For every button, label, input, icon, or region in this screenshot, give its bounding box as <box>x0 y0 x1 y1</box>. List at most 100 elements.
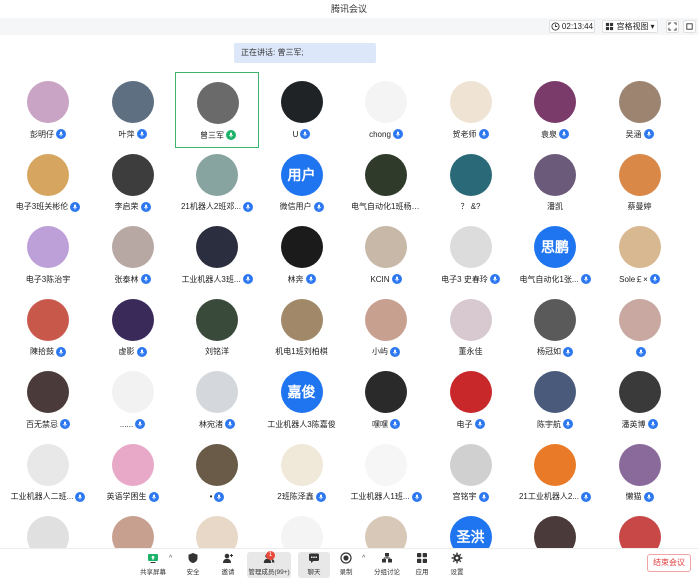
microphone-icon <box>135 419 146 429</box>
participant-namebar: 李启荣 <box>91 201 175 213</box>
participant-tile[interactable]: 曾三军 <box>175 72 259 148</box>
participant-tile[interactable]: 叶萍 <box>91 72 175 148</box>
participant-tile[interactable]: 蔡曼婷 <box>598 145 682 221</box>
share-options-caret[interactable]: ^ <box>169 555 172 562</box>
participant-namebar: 工业机器人3陈嘉俊 <box>260 418 344 430</box>
participant-tile[interactable]: 林宛渚 <box>175 362 259 438</box>
participant-tile[interactable]: 思鹏 电气自动化1张... <box>513 217 597 293</box>
participant-namebar: 林奔 <box>260 273 344 285</box>
expand-icon <box>668 22 677 31</box>
participant-tile[interactable]: 电子 <box>429 362 513 438</box>
avatar <box>280 81 323 123</box>
security-button[interactable]: 安全 <box>177 552 209 578</box>
participant-tile[interactable]: 董永佳 <box>429 290 513 366</box>
avatar <box>196 298 238 341</box>
participant-tile[interactable]: 贺老师 <box>429 72 513 148</box>
participant-tile[interactable]: 吴涵 <box>598 72 682 148</box>
participant-tile[interactable]: ？ &? <box>429 145 513 221</box>
participant-tile[interactable] <box>175 507 259 548</box>
breakout-button[interactable]: 分组讨论 <box>371 552 403 578</box>
participant-tile[interactable]: 工业机器人1班... <box>344 435 428 511</box>
participant-tile[interactable]: U <box>260 72 344 148</box>
participant-tile[interactable]: 李启荣 <box>91 145 175 221</box>
microphone-icon <box>56 346 66 357</box>
participant-tile[interactable]: 嘉俊 工业机器人3陈嘉俊 <box>260 362 344 438</box>
participant-tile[interactable]: 杨冠如 <box>513 290 597 366</box>
participant-tile[interactable]: 2班陈泽鑫 <box>260 435 344 511</box>
participant-tile[interactable]: 用户 微信用户 <box>260 145 344 221</box>
participant-tile[interactable]: chong <box>344 72 428 148</box>
participant-tile[interactable]: 英语学困生 <box>91 435 175 511</box>
participant-tile[interactable]: 林奔 <box>260 217 344 293</box>
participant-tile[interactable] <box>260 507 344 548</box>
fullscreen-button[interactable] <box>666 20 679 33</box>
participant-tile[interactable]: 陳拾鼓 <box>6 290 90 366</box>
participant-tile[interactable]: 张泰林 <box>91 217 175 293</box>
microphone-icon <box>489 274 500 284</box>
manage-members-button[interactable]: 1 管理成员(99+) <box>247 551 291 578</box>
participant-tile[interactable]: 潘凯 <box>513 145 597 221</box>
participant-tile[interactable]: 袁泉 <box>513 72 597 148</box>
participant-name: KCIN <box>370 274 390 284</box>
participant-tile[interactable]: 小屿 <box>344 290 428 366</box>
share-screen-button[interactable]: 共享屏幕 <box>137 552 169 578</box>
participant-tile[interactable]: 21工业机器人2... <box>513 435 597 511</box>
participant-tile[interactable]: 电子3 史春玲 <box>429 217 513 293</box>
participant-tile[interactable]: KCIN <box>344 217 428 293</box>
end-meeting-button[interactable]: 结束会议 <box>647 554 691 572</box>
participant-tile[interactable] <box>344 507 428 548</box>
participant-namebar: 21机器人2班邓... <box>175 201 259 213</box>
participant-tile[interactable]: 电子3陈治宇 <box>6 217 90 293</box>
participant-tile[interactable]: 虚影 <box>91 290 175 366</box>
participant-tile[interactable] <box>91 507 175 548</box>
settings-button[interactable]: 设置 <box>441 552 473 578</box>
participant-tile[interactable]: 电气自动化1班杨海杰 <box>344 145 428 221</box>
participant-tile[interactable] <box>513 507 597 548</box>
participant-tile[interactable]: 潘英博 <box>598 362 682 438</box>
chat-button[interactable]: 聊天 <box>298 552 330 578</box>
avatar <box>449 153 492 196</box>
microphone-icon <box>300 129 311 139</box>
participant-tile[interactable]: 工业机器人二班... <box>6 435 90 511</box>
microphone-icon <box>643 129 654 139</box>
avatar <box>365 153 407 196</box>
participant-tile[interactable]: 懒猫 <box>598 435 682 511</box>
participant-tile[interactable]: Sole￡× <box>598 217 682 293</box>
apps-button[interactable]: 应用 <box>406 552 438 578</box>
avatar <box>196 443 238 486</box>
participant-name: 董永佳 <box>458 347 483 356</box>
participant-namebar: chong <box>344 128 428 140</box>
participant-tile[interactable]: 刘铭洋 <box>175 290 259 366</box>
participant-tile[interactable]: 工业机器人3班... <box>175 217 259 293</box>
breakout-icon <box>382 553 392 563</box>
view-mode-button[interactable]: 宫格视图 ▾ <box>602 20 658 33</box>
participant-tile[interactable]: 机电1班刘柏棋 <box>260 290 344 366</box>
participant-tile[interactable]: 圣洪 <box>429 507 513 548</box>
participant-tile[interactable] <box>6 507 90 548</box>
invite-button[interactable]: 邀请 <box>212 552 244 578</box>
participant-namebar: 张泰林 <box>91 273 175 285</box>
participant-tile[interactable] <box>598 290 682 366</box>
participant-namebar: 微信用户 <box>260 201 344 213</box>
restore-button[interactable] <box>683 20 696 33</box>
participant-tile[interactable]: 21机器人2班邓... <box>175 145 259 221</box>
manage-members-label: 管理成员(99+) <box>248 569 290 576</box>
meeting-timer[interactable]: 02:13:44 <box>549 20 595 33</box>
microphone-icon <box>411 491 422 502</box>
record-button[interactable]: 录制 <box>330 552 362 578</box>
participant-tile[interactable]: 宫铭宇 <box>429 435 513 511</box>
avatar <box>111 371 154 413</box>
participant-tile[interactable]: 嘿嘿 <box>344 362 428 438</box>
participant-tile[interactable]: ...... <box>91 362 175 438</box>
participant-tile[interactable]: 彭明仔 <box>6 72 90 148</box>
record-options-caret[interactable]: ^ <box>362 555 365 562</box>
participant-name: 机电1班刘柏棋 <box>275 347 328 356</box>
participant-tile[interactable]: 电子3班关彬伦 <box>6 145 90 221</box>
participant-tile[interactable] <box>598 507 682 548</box>
participant-tile[interactable]: 百无禁忌 <box>6 362 90 438</box>
participant-tile[interactable]: 陈宇航 <box>513 362 597 438</box>
participant-tile[interactable]: • <box>175 435 259 511</box>
participant-namebar: 嘿嘿 <box>344 418 428 430</box>
participant-namebar: ？ &? <box>429 201 513 213</box>
participant-name: ？ &? <box>460 202 481 211</box>
